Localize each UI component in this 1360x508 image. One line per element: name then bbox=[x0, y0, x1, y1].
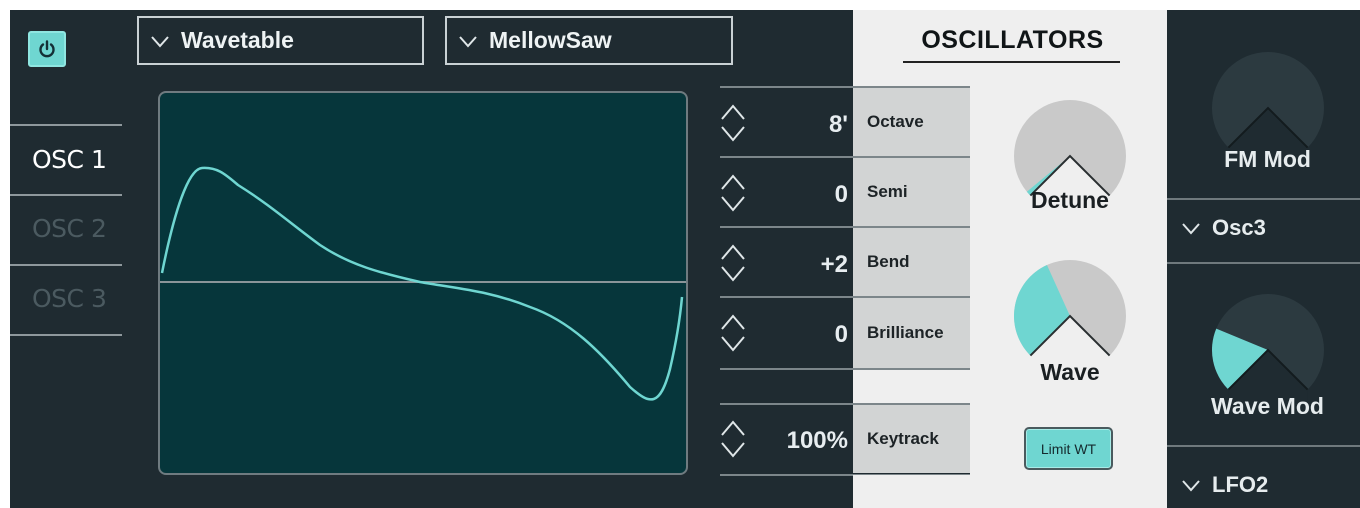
brilliance-value: 0 bbox=[834, 321, 848, 348]
tab-divider bbox=[10, 264, 122, 266]
tab-divider bbox=[10, 334, 122, 336]
brilliance-label: Brilliance bbox=[853, 298, 970, 368]
tab-divider bbox=[10, 124, 122, 126]
up-down-arrows-icon bbox=[721, 314, 745, 352]
wavetable-preset-dropdown[interactable]: MellowSaw bbox=[445, 16, 733, 65]
limit-wt-button[interactable]: Limit WT bbox=[1024, 427, 1113, 470]
row-divider bbox=[1167, 445, 1360, 447]
wave-label: Wave bbox=[1040, 359, 1100, 385]
tab-divider bbox=[10, 194, 122, 196]
up-down-arrows-icon bbox=[721, 420, 745, 458]
keytrack-stepper[interactable] bbox=[720, 416, 746, 462]
wave-source-label: LFO2 bbox=[1212, 472, 1269, 497]
wave-mod-knob[interactable] bbox=[1210, 292, 1326, 408]
fm-mod-label: FM Mod bbox=[1224, 146, 1311, 172]
semi-value: 0 bbox=[834, 181, 848, 208]
fm-source-label: Osc3 bbox=[1212, 215, 1266, 240]
power-button[interactable] bbox=[28, 31, 66, 67]
tab-osc-1[interactable]: OSC 1 bbox=[32, 145, 107, 174]
bend-value: +2 bbox=[820, 251, 848, 278]
wavetable-preset-label: MellowSaw bbox=[489, 27, 612, 53]
power-icon bbox=[39, 40, 55, 58]
chevron-down-icon bbox=[151, 35, 169, 48]
octave-stepper[interactable] bbox=[720, 100, 746, 146]
chevron-down-icon bbox=[459, 35, 477, 48]
octave-value: 8' bbox=[828, 111, 848, 138]
keytrack-value: 100% bbox=[786, 427, 848, 454]
octave-label: Octave bbox=[853, 88, 970, 156]
wave-source-dropdown[interactable]: LFO2 bbox=[1180, 472, 1268, 498]
section-title-underline bbox=[903, 61, 1120, 63]
chevron-down-icon bbox=[1182, 480, 1200, 492]
limit-wt-label: Limit WT bbox=[1040, 440, 1097, 457]
semi-label: Semi bbox=[853, 158, 970, 226]
section-title: OSCILLATORS bbox=[921, 26, 1104, 54]
top-edge bbox=[0, 0, 1360, 10]
up-down-arrows-icon bbox=[721, 104, 745, 142]
waveform-display bbox=[158, 91, 688, 475]
up-down-arrows-icon bbox=[721, 174, 745, 212]
wave-mod-label: Wave Mod bbox=[1211, 393, 1324, 419]
left-edge bbox=[0, 0, 10, 508]
detune-label: Detune bbox=[1031, 187, 1109, 213]
waveform-trace bbox=[160, 166, 684, 401]
oscillators-title-panel-bottom bbox=[853, 475, 970, 508]
wavetable-type-label: Wavetable bbox=[181, 27, 294, 53]
fm-source-dropdown[interactable]: Osc3 bbox=[1180, 215, 1266, 241]
oscillators-title-panel-lower bbox=[853, 370, 970, 403]
brilliance-stepper[interactable] bbox=[720, 310, 746, 356]
row-divider bbox=[1167, 262, 1360, 264]
keytrack-label: Keytrack bbox=[853, 405, 970, 473]
wave-knob[interactable] bbox=[1012, 258, 1128, 374]
semi-stepper[interactable] bbox=[720, 170, 746, 216]
tab-osc-2[interactable]: OSC 2 bbox=[32, 214, 107, 243]
wavetable-type-dropdown[interactable]: Wavetable bbox=[137, 16, 424, 65]
tab-osc-3[interactable]: OSC 3 bbox=[32, 284, 107, 313]
bend-stepper[interactable] bbox=[720, 240, 746, 286]
chevron-down-icon bbox=[1182, 223, 1200, 235]
bend-label: Bend bbox=[853, 228, 970, 296]
up-down-arrows-icon bbox=[721, 244, 745, 282]
row-divider bbox=[1167, 198, 1360, 200]
